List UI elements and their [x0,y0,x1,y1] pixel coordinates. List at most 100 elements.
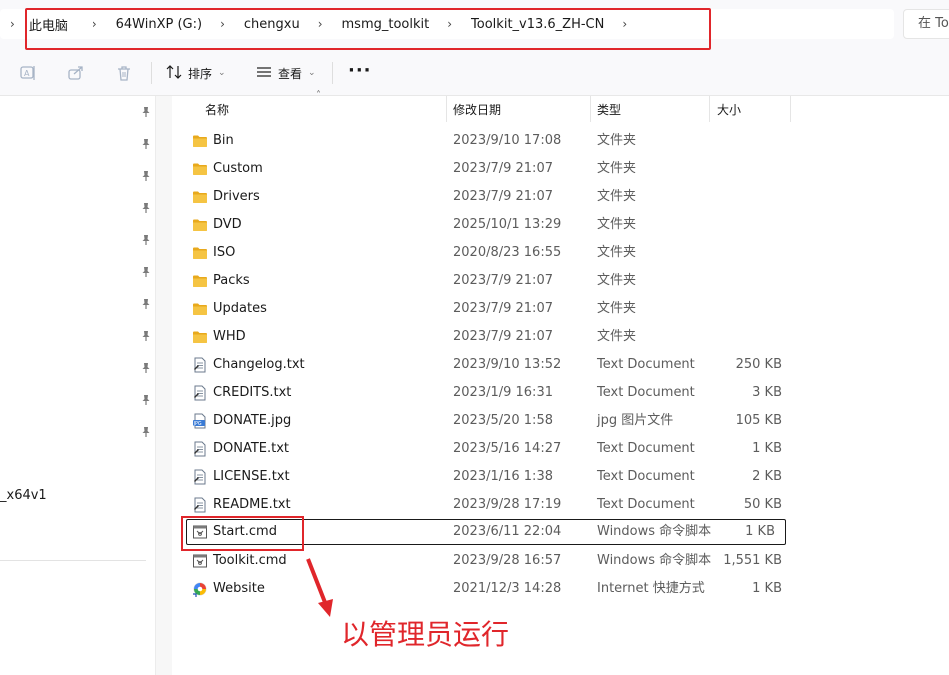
file-type: 文件夹 [597,189,637,204]
column-separator[interactable] [709,96,710,122]
file-size: 1 KB [745,524,775,539]
cmd-file-icon [192,524,208,540]
column-header-size[interactable]: 大小 [717,96,741,122]
pin-icon[interactable] [140,362,152,374]
folder-icon [192,273,208,289]
file-name: Changelog.txt [213,357,305,372]
file-type: Windows 命令脚本 [597,553,712,568]
chevron-right-icon[interactable]: › [604,17,637,31]
file-row[interactable]: Changelog.txt 2023/9/10 13:52 Text Documen… [172,351,792,379]
file-date: 2023/9/28 17:19 [453,497,562,512]
file-row[interactable]: Bin 2023/9/10 17:08 文件夹 [172,127,792,155]
file-type: Windows 命令脚本 [597,524,712,539]
file-type: 文件夹 [597,133,637,148]
breadcrumb-item-msmg-toolkit[interactable]: msmg_toolkit [342,17,430,32]
file-name: Packs [213,273,250,288]
pin-icon[interactable] [140,234,152,246]
breadcrumb-item-toolkit-folder[interactable]: Toolkit_v13.6_ZH-CN [471,17,604,32]
column-header-type[interactable]: 类型 [597,96,621,122]
breadcrumb-item-chengxu[interactable]: chengxu [244,17,300,32]
file-name: Website [213,581,265,596]
folder-icon [192,133,208,149]
pane-splitter[interactable] [156,96,172,675]
breadcrumb-item-this-pc[interactable]: 此电脑 [29,15,68,34]
toolbar-divider [151,62,152,84]
file-row[interactable]: DONATE.txt 2023/5/16 14:27 Text Document 1 … [172,435,792,463]
file-date: 2023/1/16 1:38 [453,469,553,484]
pin-icon[interactable] [140,298,152,310]
rename-icon[interactable]: A [19,64,37,82]
file-row[interactable]: DVD 2025/10/1 13:29 文件夹 [172,211,792,239]
internet-shortcut-icon [192,581,208,597]
file-row[interactable]: Updates 2023/7/9 21:07 文件夹 [172,295,792,323]
pin-icon[interactable] [140,426,152,438]
chevron-right-icon[interactable]: › [68,17,116,31]
file-name: Updates [213,301,267,316]
delete-icon[interactable] [115,64,133,82]
text-file-icon [192,441,208,457]
text-file-icon [192,357,208,373]
image-file-icon: JPG [192,413,208,429]
file-type: Text Document [597,441,695,456]
file-type: jpg 图片文件 [597,413,674,428]
file-size: 105 KB [735,413,782,428]
file-row[interactable]: Start.cmd 2023/6/11 22:04 Windows 命令脚本 1 KB [186,519,786,545]
pin-icon[interactable] [140,330,152,342]
view-button[interactable]: 查看 ⌄ [256,63,316,83]
more-options-button[interactable]: ··· [348,60,372,81]
nav-item-partial[interactable]: _x64v1 [0,488,47,503]
file-name: DVD [213,217,242,232]
file-type: 文件夹 [597,273,637,288]
share-icon[interactable] [67,64,85,82]
column-separator[interactable] [446,96,447,122]
file-row[interactable]: LICENSE.txt 2023/1/16 1:38 Text Document 2 … [172,463,792,491]
folder-icon [192,161,208,177]
file-row[interactable]: README.txt 2023/9/28 17:19 Text Document 50… [172,491,792,519]
pin-icon[interactable] [140,170,152,182]
pin-icon[interactable] [140,138,152,150]
file-date: 2020/8/23 16:55 [453,245,562,260]
chevron-right-icon[interactable]: › [429,17,471,31]
file-row[interactable]: Packs 2023/7/9 21:07 文件夹 [172,267,792,295]
column-header-date[interactable]: 修改日期 [453,96,501,122]
sort-button[interactable]: 排序 ⌄ [166,63,226,83]
file-row[interactable]: Website 2021/12/3 14:28 Internet 快捷方式 1 KB [172,575,792,603]
file-size: 3 KB [752,385,782,400]
file-name: DONATE.jpg [213,413,292,428]
sort-ascending-icon: ˄ [316,90,321,101]
file-type: Text Document [597,469,695,484]
file-row[interactable]: Custom 2023/7/9 21:07 文件夹 [172,155,792,183]
file-type: Text Document [597,357,695,372]
chevron-right-icon[interactable]: › [300,17,342,31]
file-type: 文件夹 [597,217,637,232]
file-row[interactable]: WHD 2023/7/9 21:07 文件夹 [172,323,792,351]
file-type: 文件夹 [597,329,637,344]
file-row[interactable]: CREDITS.txt 2023/1/9 16:31 Text Document 3 … [172,379,792,407]
file-name: Drivers [213,189,260,204]
navigation-pane [0,96,155,675]
pin-icon[interactable] [140,394,152,406]
file-date: 2023/9/10 17:08 [453,133,562,148]
breadcrumb-item-drive[interactable]: 64WinXP (G:) [116,17,202,32]
chevron-right-icon[interactable]: › [202,17,244,31]
file-name: LICENSE.txt [213,469,290,484]
column-separator[interactable] [790,96,791,122]
chevron-down-icon: ⌄ [218,68,226,78]
column-header-name[interactable]: 名称 [205,96,229,122]
file-row[interactable]: ISO 2020/8/23 16:55 文件夹 [172,239,792,267]
nav-divider [0,560,146,561]
file-row[interactable]: Toolkit.cmd 2023/9/28 16:57 Windows 命令脚本 1,… [172,547,792,575]
pin-icon[interactable] [140,202,152,214]
chevron-right-icon[interactable]: › [0,17,29,31]
file-type: Text Document [597,385,695,400]
file-date: 2023/5/16 14:27 [453,441,562,456]
sort-icon [166,64,182,83]
file-row[interactable]: JPG DONATE.jpg 2023/5/20 1:58 jpg 图片文件 105 K… [172,407,792,435]
file-type: Text Document [597,497,695,512]
search-input[interactable]: 在 Toolkit_v13.6_ZH-CN 中搜索 [903,9,949,39]
pin-icon[interactable] [140,106,152,118]
file-size: 1 KB [752,441,782,456]
column-separator[interactable] [590,96,591,122]
pin-icon[interactable] [140,266,152,278]
file-row[interactable]: Drivers 2023/7/9 21:07 文件夹 [172,183,792,211]
